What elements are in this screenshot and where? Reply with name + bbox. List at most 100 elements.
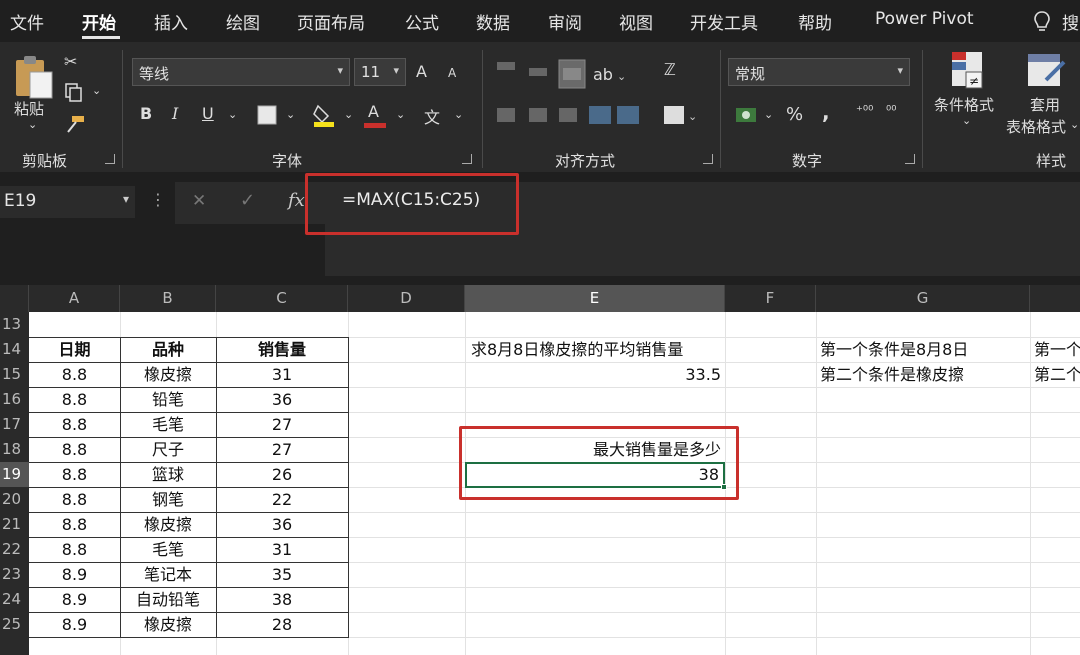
- row-header-21[interactable]: 21: [0, 512, 29, 537]
- row-header-18[interactable]: 18: [0, 437, 29, 462]
- decrease-decimal-icon[interactable]: ⁰⁰: [886, 104, 896, 119]
- number-launcher-icon[interactable]: [905, 154, 915, 164]
- row-header-14[interactable]: 14: [0, 337, 29, 362]
- row-header-20[interactable]: 20: [0, 487, 29, 512]
- column-header-c[interactable]: C: [216, 285, 348, 312]
- table-cell: 28: [271, 615, 293, 634]
- format-as-table-label-2[interactable]: 表格格式: [1006, 116, 1066, 137]
- row-header-15[interactable]: 15: [0, 362, 29, 387]
- format-painter-icon[interactable]: [64, 114, 86, 134]
- chevron-down-icon[interactable]: ⌄: [286, 108, 295, 121]
- copy-dropdown-icon[interactable]: ⌄: [92, 84, 101, 97]
- tab-power-pivot[interactable]: Power Pivot: [875, 9, 974, 29]
- table-border: [348, 337, 349, 637]
- number-format-combo[interactable]: 常规 ▾: [728, 58, 910, 86]
- column-header-f[interactable]: F: [725, 285, 816, 312]
- alignment-launcher-icon[interactable]: [703, 154, 713, 164]
- row-header-16[interactable]: 16: [0, 387, 29, 412]
- column-header-g[interactable]: G: [816, 285, 1030, 312]
- chevron-down-icon[interactable]: ⌄: [1070, 118, 1079, 131]
- lightbulb-icon[interactable]: [1032, 10, 1052, 34]
- row-header-17[interactable]: 17: [0, 412, 29, 437]
- format-as-table-icon[interactable]: [1024, 50, 1068, 94]
- tab-developer[interactable]: 开发工具: [690, 9, 758, 34]
- chevron-down-icon[interactable]: ⌄: [396, 108, 405, 121]
- cancel-button[interactable]: ✕: [192, 191, 206, 211]
- table-cell: 钢笔: [151, 490, 184, 509]
- column-header-h[interactable]: [1030, 285, 1080, 312]
- fill-color-icon[interactable]: [312, 102, 336, 128]
- column-header-e[interactable]: E: [465, 285, 725, 312]
- font-name-value: 等线: [139, 65, 170, 83]
- more-options-icon[interactable]: ⋮: [150, 190, 166, 209]
- cell-e15[interactable]: 33.5: [465, 362, 721, 387]
- bold-button[interactable]: B: [140, 104, 152, 123]
- tab-formulas[interactable]: 公式: [405, 9, 439, 34]
- row-header-22[interactable]: 22: [0, 537, 29, 562]
- worksheet-grid[interactable]: 日期 品种 销售量 8.8 橡皮擦 31 8.8 铅笔 36 8.8 毛笔 27…: [29, 312, 1080, 655]
- conditional-format-label[interactable]: 条件格式: [934, 94, 994, 115]
- table-cell: 8.8: [61, 490, 88, 509]
- row-header-23[interactable]: 23: [0, 562, 29, 587]
- chevron-down-icon[interactable]: ⌄: [764, 108, 773, 121]
- cell-e14[interactable]: 求8月8日橡皮擦的平均销售量: [471, 337, 721, 362]
- cut-icon[interactable]: ✂: [64, 52, 77, 71]
- chevron-down-icon[interactable]: ⌄: [344, 108, 353, 121]
- tab-insert[interactable]: 插入: [154, 9, 188, 34]
- tab-review[interactable]: 审阅: [548, 9, 582, 34]
- copy-icon[interactable]: [64, 82, 84, 102]
- comma-button[interactable]: ,: [822, 100, 830, 124]
- conditional-format-icon[interactable]: ≠: [948, 50, 988, 94]
- chevron-down-icon[interactable]: ⌄: [962, 114, 971, 127]
- cell-g15[interactable]: 第二个条件是橡皮擦: [820, 362, 1028, 387]
- tab-data[interactable]: 数据: [476, 9, 510, 34]
- cell-g14[interactable]: 第一个条件是8月8日: [820, 337, 1028, 362]
- alignment-bottom-row-icons[interactable]: [495, 102, 645, 130]
- underline-button[interactable]: U: [202, 104, 214, 123]
- wrap-text-icon[interactable]: ℤ: [664, 60, 676, 79]
- paste-dropdown-icon[interactable]: ⌄: [28, 118, 37, 131]
- enter-button[interactable]: ✓: [240, 190, 255, 211]
- italic-button[interactable]: I: [172, 104, 178, 123]
- format-as-table-label-1[interactable]: 套用: [1030, 94, 1060, 115]
- chevron-down-icon[interactable]: ⌄: [454, 108, 463, 121]
- column-header-d[interactable]: D: [348, 285, 465, 312]
- phonetic-icon[interactable]: 文: [424, 104, 440, 128]
- table-cell: 8.8: [61, 540, 88, 559]
- tab-view[interactable]: 视图: [619, 9, 653, 34]
- column-header-b[interactable]: B: [120, 285, 216, 312]
- row-header-25[interactable]: 25: [0, 612, 29, 637]
- merge-center-icon[interactable]: ⌄: [662, 104, 702, 128]
- shrink-font-button[interactable]: A: [448, 66, 456, 80]
- cell-h14[interactable]: 第一个: [1034, 337, 1080, 362]
- percent-button[interactable]: %: [786, 104, 803, 125]
- name-box[interactable]: E19 ▾: [0, 186, 135, 218]
- column-header-a[interactable]: A: [29, 285, 120, 312]
- tab-file[interactable]: 文件: [10, 9, 44, 34]
- tab-help[interactable]: 帮助: [798, 9, 832, 34]
- chevron-down-icon[interactable]: ⌄: [228, 108, 237, 121]
- select-all-corner[interactable]: [0, 285, 29, 312]
- font-color-button[interactable]: A: [368, 102, 379, 121]
- paste-label[interactable]: 粘贴: [14, 98, 44, 119]
- cell-h15[interactable]: 第二个: [1034, 362, 1080, 387]
- grow-font-button[interactable]: A: [416, 62, 427, 81]
- alignment-top-row-icons[interactable]: ab ⌄: [495, 58, 645, 90]
- tab-page-layout[interactable]: 页面布局: [297, 9, 365, 34]
- tab-search-overflow[interactable]: 搜: [1062, 9, 1079, 34]
- row-header-13[interactable]: 13: [0, 312, 29, 337]
- font-name-combo[interactable]: 等线 ▾: [132, 58, 350, 86]
- clipboard-launcher-icon[interactable]: [105, 154, 115, 164]
- tab-home[interactable]: 开始: [82, 9, 116, 34]
- font-launcher-icon[interactable]: [462, 154, 472, 164]
- row-header-24[interactable]: 24: [0, 587, 29, 612]
- increase-decimal-icon[interactable]: ⁺⁰⁰: [856, 104, 873, 119]
- currency-icon[interactable]: [734, 102, 760, 128]
- font-size-combo[interactable]: 11 ▾: [354, 58, 406, 86]
- paste-icon[interactable]: [12, 54, 56, 100]
- row-header-19[interactable]: 19: [0, 462, 29, 487]
- row-header-26[interactable]: [0, 637, 29, 655]
- tab-draw[interactable]: 绘图: [226, 9, 260, 34]
- border-icon[interactable]: [256, 104, 278, 126]
- insert-function-button[interactable]: fx: [288, 190, 305, 211]
